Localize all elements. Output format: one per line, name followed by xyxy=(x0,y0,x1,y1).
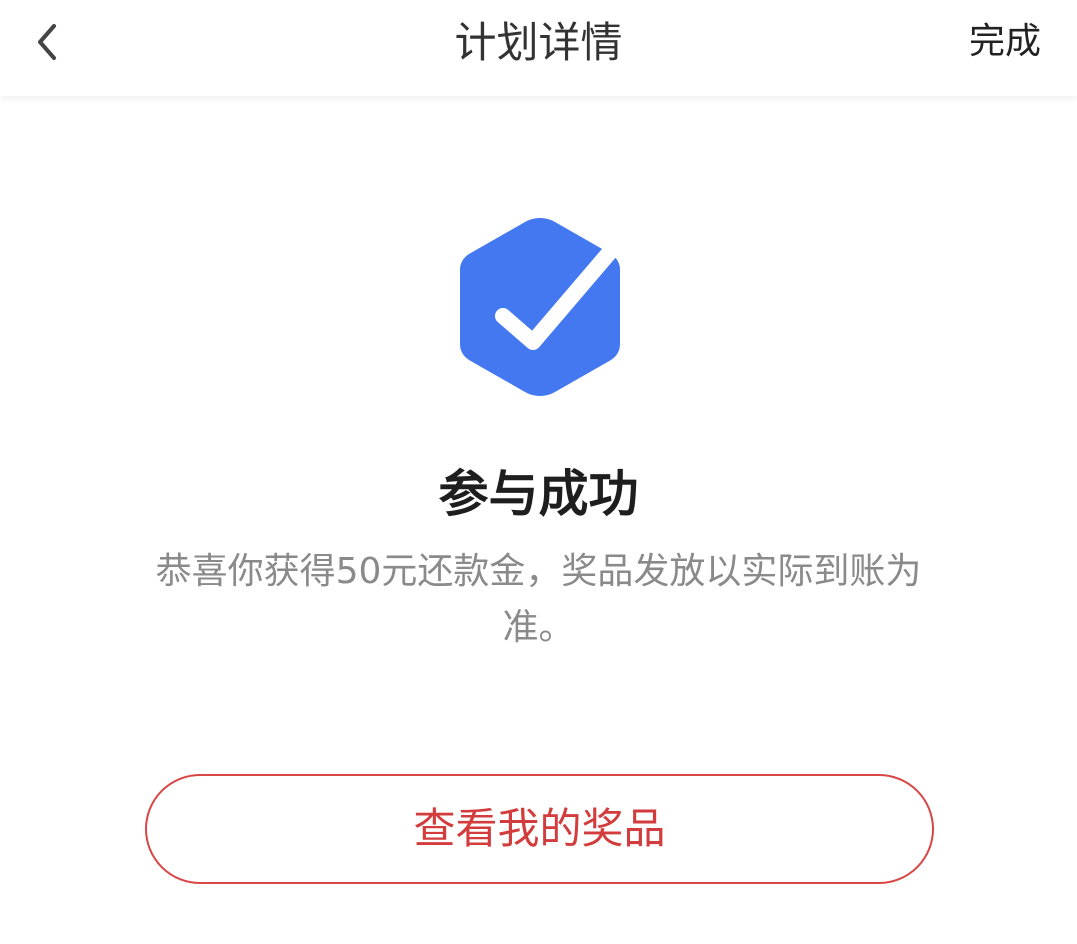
back-button[interactable] xyxy=(24,14,76,70)
done-button[interactable]: 完成 xyxy=(969,18,1041,66)
success-title: 参与成功 xyxy=(438,465,639,523)
navigation-bar: 计划详情 完成 xyxy=(0,0,1077,96)
check-hexagon-icon xyxy=(460,218,623,396)
view-my-prizes-button[interactable]: 查看我的奖品 xyxy=(145,774,934,884)
page-title: 计划详情 xyxy=(454,18,623,67)
page-title-container: 计划详情 xyxy=(0,14,1077,72)
plan-detail-page: 计划详情 完成 参与成功 恭喜你获得50元还款金，奖品发放以实际到账为准。 查看… xyxy=(0,0,1077,944)
reward-description: 恭喜你获得50元还款金，奖品发放以实际到账为准。 xyxy=(155,551,922,648)
chevron-left-icon xyxy=(38,24,56,60)
